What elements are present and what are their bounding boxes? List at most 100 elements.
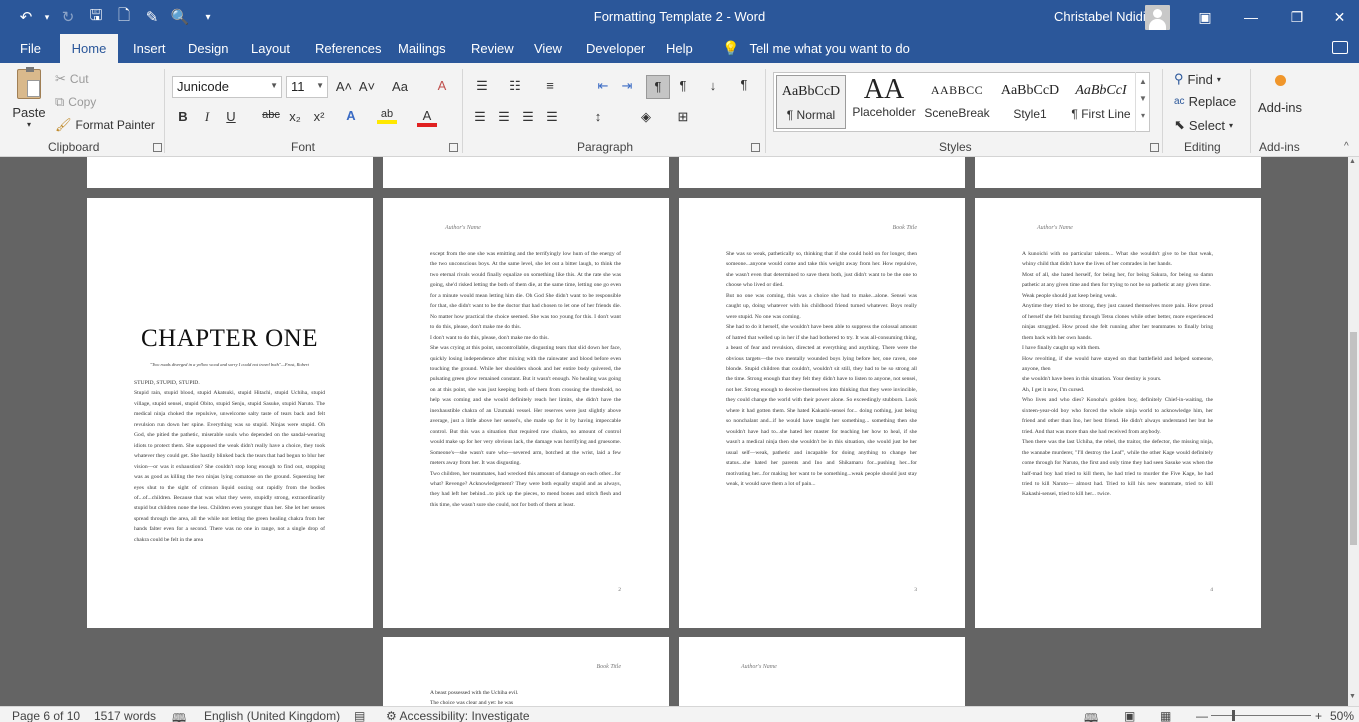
new-document-icon[interactable]: 🗋 — [112, 6, 136, 28]
tab-home[interactable]: Home — [60, 34, 118, 63]
styles-scroll[interactable]: ▲ ▼ ▾ — [1135, 72, 1150, 132]
show-formatting-button[interactable]: ¶ — [734, 77, 754, 92]
paste-button[interactable]: Paste ▾ — [12, 67, 46, 129]
multilevel-list-icon[interactable]: ≡ — [540, 78, 560, 93]
align-left-icon[interactable]: ☰ — [470, 109, 490, 125]
document-area[interactable]: CHAPTER ONE "Two roads diverged in a yel… — [0, 157, 1348, 706]
scroll-up-icon[interactable]: ▲ — [1349, 158, 1356, 165]
comments-icon[interactable] — [1332, 41, 1348, 54]
numbering-icon[interactable]: ☷ — [505, 78, 525, 94]
borders-icon[interactable]: ⊞ — [673, 109, 693, 125]
style-first-line[interactable]: AaBbCcI ¶ First Line — [1066, 75, 1136, 129]
chevron-down-icon[interactable]: ▼ — [1136, 94, 1150, 103]
tab-layout[interactable]: Layout — [243, 34, 298, 63]
collapse-ribbon-icon[interactable]: ^ — [1344, 141, 1349, 152]
page-chapter-one[interactable]: CHAPTER ONE "Two roads diverged in a yel… — [87, 198, 373, 628]
proofing-icon[interactable]: 🕮 — [172, 709, 186, 722]
word-count[interactable]: 1517 words — [94, 709, 156, 722]
redo-icon[interactable]: ↻ — [56, 6, 80, 28]
styles-dialog-launcher[interactable] — [1150, 143, 1159, 152]
zoom-in-button[interactable]: + — [1315, 709, 1322, 722]
user-name[interactable]: Christabel Ndidi — [1054, 9, 1146, 24]
addins-button[interactable]: Add-ins — [1257, 75, 1303, 115]
highlight-button[interactable]: ab — [377, 108, 397, 124]
cut-button[interactable]: ✂ Cut — [55, 71, 89, 87]
grow-font-button[interactable]: A˄ — [334, 79, 354, 94]
ltr-direction-icon[interactable]: ¶ — [646, 75, 670, 99]
page-3[interactable]: Book Title She was so weak, pathetically… — [679, 198, 965, 628]
tab-view[interactable]: View — [526, 34, 570, 63]
tab-file[interactable]: File — [12, 34, 49, 63]
zoom-slider-thumb[interactable] — [1232, 710, 1235, 721]
strikethrough-button[interactable]: abc — [259, 109, 283, 121]
rtl-direction-icon[interactable]: ¶ — [673, 78, 693, 93]
avatar[interactable] — [1145, 5, 1170, 30]
increase-indent-icon[interactable]: ⇥ — [617, 78, 637, 94]
tab-insert[interactable]: Insert — [125, 34, 174, 63]
bullets-icon[interactable]: ☰ — [472, 78, 492, 94]
save-icon[interactable]: 🖫 — [84, 6, 108, 28]
customize-toolbar-icon[interactable]: ▾ — [196, 6, 220, 28]
undo-icon[interactable]: ↶ — [14, 6, 38, 28]
select-button[interactable]: ⬉ Select ▾ — [1174, 117, 1233, 133]
italic-button[interactable]: I — [197, 109, 217, 125]
chevron-up-icon[interactable]: ▲ — [1136, 77, 1150, 86]
close-button[interactable]: ✕ — [1320, 0, 1359, 34]
predictions-icon[interactable]: ▤ — [354, 709, 365, 722]
page-6[interactable]: Author's Name — [679, 637, 965, 706]
replace-button[interactable]: ac Replace — [1174, 94, 1236, 109]
style-normal[interactable]: AaBbCcD ¶ Normal — [776, 75, 846, 129]
change-case-button[interactable]: Aa — [386, 79, 414, 94]
print-layout-icon[interactable]: ▣ — [1124, 709, 1135, 722]
tell-me-search[interactable]: 💡 Tell me what you want to do — [722, 34, 910, 63]
vertical-scrollbar[interactable]: ▲ ▼ — [1348, 157, 1359, 706]
accessibility-status[interactable]: ⚙ Accessibility: Investigate — [386, 709, 530, 722]
scroll-thumb[interactable] — [1350, 332, 1357, 545]
bold-button[interactable]: B — [173, 109, 193, 124]
line-spacing-icon[interactable]: ↕ — [588, 109, 608, 124]
shrink-font-button[interactable]: A˅ — [357, 79, 377, 94]
format-painter-button[interactable]: 🖌 Format Painter — [55, 117, 155, 133]
web-layout-icon[interactable]: ▦ — [1160, 709, 1171, 722]
read-mode-icon[interactable]: 🕮 — [1084, 709, 1098, 722]
more-styles-icon[interactable]: ▾ — [1136, 111, 1150, 120]
decrease-indent-icon[interactable]: ⇤ — [593, 78, 613, 94]
restore-button[interactable]: ❐ — [1274, 0, 1320, 34]
tab-mailings[interactable]: Mailings — [390, 34, 454, 63]
tab-developer[interactable]: Developer — [578, 34, 653, 63]
copy-button[interactable]: ⧉ Copy — [55, 94, 96, 110]
style-placeholder[interactable]: AA Placeholder — [849, 75, 919, 129]
minimize-button[interactable]: — — [1228, 0, 1274, 34]
sort-icon[interactable]: ↓ — [703, 78, 723, 93]
paragraph-dialog-launcher[interactable] — [751, 143, 760, 152]
font-color-button[interactable]: A — [417, 108, 437, 127]
zoom-slider[interactable] — [1211, 715, 1311, 716]
font-dialog-launcher[interactable] — [449, 143, 458, 152]
clipboard-dialog-launcher[interactable] — [153, 143, 162, 152]
superscript-button[interactable]: x² — [309, 109, 329, 124]
tab-design[interactable]: Design — [180, 34, 236, 63]
subscript-button[interactable]: x₂ — [285, 109, 305, 124]
page-2[interactable]: Author's Name except from the one she wa… — [383, 198, 669, 628]
align-right-icon[interactable]: ☰ — [518, 109, 538, 125]
justify-icon[interactable]: ☰ — [542, 109, 562, 125]
zoom-level[interactable]: 50% — [1330, 709, 1354, 722]
align-center-icon[interactable]: ☰ — [494, 109, 514, 125]
style-scenebreak[interactable]: AABBCC SceneBreak — [922, 75, 992, 129]
style-style1[interactable]: AaBbCcD Style1 — [995, 75, 1065, 129]
page-4[interactable]: Author's Name A kunoichi with no particu… — [975, 198, 1261, 628]
clear-formatting-button[interactable]: A — [432, 78, 452, 93]
scroll-down-icon[interactable]: ▼ — [1349, 693, 1356, 700]
underline-button[interactable]: U — [221, 109, 241, 124]
undo-dropdown-icon[interactable]: ▾ — [42, 6, 52, 28]
tab-review[interactable]: Review — [463, 34, 522, 63]
draw-icon[interactable]: ✎ — [140, 6, 164, 28]
font-name-combo[interactable]: Junicode ▼ — [172, 76, 282, 98]
ribbon-display-options-icon[interactable]: ▣ — [1182, 0, 1228, 34]
tab-references[interactable]: References — [307, 34, 389, 63]
shading-icon[interactable]: ◈ — [636, 109, 656, 125]
language[interactable]: English (United Kingdom) — [204, 709, 340, 722]
text-effects-button[interactable]: A — [341, 108, 361, 123]
find-button[interactable]: ⚲ Find ▾ — [1174, 71, 1221, 87]
font-size-combo[interactable]: 11 ▼ — [286, 76, 328, 98]
